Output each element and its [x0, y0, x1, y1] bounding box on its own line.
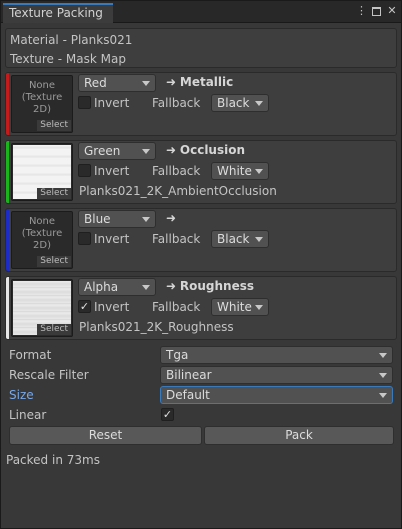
channel-row-green: Select Green ➜ Occlusion Invert Fallback…	[5, 140, 397, 204]
fallback-dropdown[interactable]: Black	[211, 230, 269, 248]
material-label: Material - Planks021	[10, 33, 133, 47]
texture-slot[interactable]: None (Texture 2D) Select	[11, 75, 73, 133]
linear-label: Linear	[9, 408, 47, 422]
target-label: ➜	[166, 209, 176, 227]
arrow-right-icon: ➜	[166, 75, 177, 89]
texture-select-button[interactable]: Select	[37, 120, 71, 131]
fallback-dropdown[interactable]: Black	[211, 94, 269, 112]
texture-slot[interactable]: None (Texture 2D) Select	[11, 211, 73, 269]
fallback-label: Fallback	[152, 232, 201, 246]
arrow-right-icon: ➜	[166, 143, 177, 157]
checkmark-icon: ✓	[79, 300, 90, 313]
target-channel-name: Occlusion	[179, 143, 246, 157]
size-value: Default	[166, 388, 210, 402]
target-label: ➜ Occlusion	[166, 141, 245, 159]
invert-label: Invert	[94, 96, 130, 110]
chevron-down-icon	[255, 305, 263, 310]
chevron-down-icon	[255, 237, 263, 242]
checkmark-icon: ✓	[162, 408, 173, 421]
target-label: ➜ Roughness	[166, 277, 254, 295]
invert-checkbox[interactable]	[78, 96, 91, 109]
pack-settings: Format Tga Rescale Filter Bilinear Size …	[5, 344, 397, 448]
texture-name: Planks021_2K_AmbientOcclusion	[79, 184, 277, 198]
fallback-value: White	[217, 300, 252, 314]
target-label: ➜ Metallic	[166, 73, 233, 91]
fallback-value: Black	[217, 232, 250, 246]
linear-checkbox[interactable]: ✓	[161, 408, 174, 421]
texture-slot-none-label: None (Texture 2D)	[21, 216, 63, 251]
format-value: Tga	[166, 348, 189, 362]
invert-label: Invert	[94, 300, 130, 314]
target-channel-name: Metallic	[179, 75, 234, 89]
reset-button[interactable]: Reset	[9, 426, 202, 445]
size-dropdown[interactable]: Default	[160, 386, 393, 404]
fallback-label: Fallback	[152, 96, 201, 110]
source-channel-dropdown[interactable]: Alpha	[78, 278, 156, 296]
rescale-filter-dropdown[interactable]: Bilinear	[160, 366, 393, 384]
source-channel-dropdown[interactable]: Blue	[78, 210, 156, 228]
rescale-filter-value: Bilinear	[166, 368, 212, 382]
target-channel-name: Roughness	[179, 279, 255, 293]
chevron-down-icon	[255, 169, 263, 174]
format-label: Format	[9, 348, 52, 362]
texture-slot-none-label: None (Texture 2D)	[21, 80, 63, 115]
source-channel-dropdown[interactable]: Green	[78, 142, 156, 160]
pack-button[interactable]: Pack	[204, 426, 394, 445]
source-channel-value: Alpha	[84, 280, 119, 294]
size-label: Size	[9, 388, 34, 402]
texture-packing-window: Texture Packing ⋮ ✕ Material - Planks021…	[0, 0, 402, 529]
source-channel-dropdown[interactable]: Red	[78, 74, 156, 92]
channel-color-strip	[6, 141, 9, 203]
invert-label: Invert	[94, 164, 130, 178]
fallback-value: White	[217, 164, 252, 178]
status-text: Packed in 73ms	[6, 453, 100, 467]
rescale-filter-label: Rescale Filter	[9, 368, 89, 382]
invert-checkbox[interactable]	[78, 164, 91, 177]
fallback-label: Fallback	[152, 300, 201, 314]
texture-label: Texture - Mask Map	[10, 52, 126, 66]
source-channel-value: Green	[84, 144, 121, 158]
fallback-label: Fallback	[152, 164, 201, 178]
texture-select-button[interactable]: Select	[37, 324, 71, 335]
channel-color-strip	[6, 73, 9, 135]
texture-select-button[interactable]: Select	[37, 256, 71, 267]
chevron-down-icon	[255, 101, 263, 106]
arrow-right-icon: ➜	[166, 211, 177, 225]
channel-row-alpha: Select Alpha ➜ Roughness ✓ Invert Fallba…	[5, 276, 397, 340]
close-icon[interactable]: ✕	[387, 5, 397, 17]
invert-label: Invert	[94, 232, 130, 246]
info-box: Material - Planks021 Texture - Mask Map	[5, 28, 397, 68]
title-bar: Texture Packing ⋮ ✕	[1, 1, 401, 23]
source-channel-value: Blue	[84, 212, 111, 226]
maximize-icon[interactable]	[372, 7, 381, 16]
texture-slot[interactable]: Select	[11, 279, 73, 337]
texture-name: Planks021_2K_Roughness	[79, 320, 234, 334]
texture-slot[interactable]: Select	[11, 143, 73, 201]
chevron-down-icon	[379, 393, 387, 398]
window-tab[interactable]: Texture Packing	[3, 3, 113, 23]
invert-checkbox[interactable]: ✓	[78, 300, 91, 313]
channel-row-blue: None (Texture 2D) Select Blue ➜ Invert F…	[5, 208, 397, 272]
arrow-right-icon: ➜	[166, 279, 177, 293]
channel-color-strip	[6, 209, 9, 271]
chevron-down-icon	[142, 285, 150, 290]
chevron-down-icon	[142, 149, 150, 154]
chevron-down-icon	[379, 373, 387, 378]
source-channel-value: Red	[84, 76, 107, 90]
fallback-value: Black	[217, 96, 250, 110]
fallback-dropdown[interactable]: White	[211, 162, 269, 180]
format-dropdown[interactable]: Tga	[160, 346, 393, 364]
chevron-down-icon	[379, 353, 387, 358]
chevron-down-icon	[142, 217, 150, 222]
texture-select-button[interactable]: Select	[37, 188, 71, 199]
channel-color-strip	[6, 277, 9, 339]
kebab-menu-icon[interactable]: ⋮	[356, 5, 367, 17]
chevron-down-icon	[142, 81, 150, 86]
fallback-dropdown[interactable]: White	[211, 298, 269, 316]
channel-row-red: None (Texture 2D) Select Red ➜ Metallic …	[5, 72, 397, 136]
invert-checkbox[interactable]	[78, 232, 91, 245]
